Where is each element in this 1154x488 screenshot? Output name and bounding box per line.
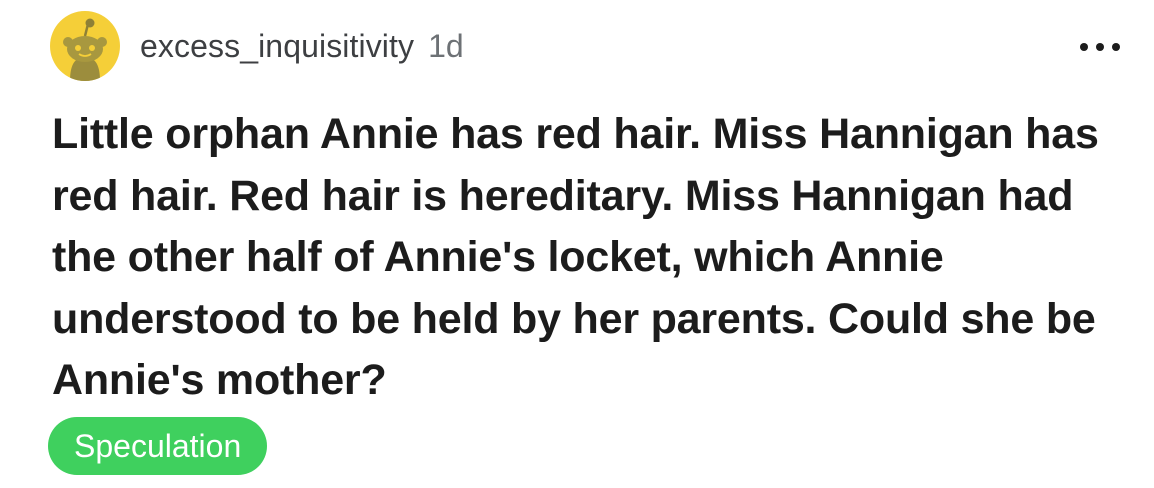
post-flair[interactable]: Speculation [48,417,268,475]
avatar[interactable] [50,11,120,81]
post-card: excess_inquisitivity 1d Little orphan An… [0,0,1154,488]
snoo-avatar-icon [63,18,107,81]
post-title[interactable]: Little orphan Annie has red hair. Miss H… [52,104,1132,412]
author-username[interactable]: excess_inquisitivity [140,28,414,65]
more-dot [1096,43,1104,51]
more-dot [1080,43,1088,51]
more-dot [1112,43,1120,51]
post-age: 1d [428,27,464,64]
more-options-icon[interactable] [1080,40,1120,54]
post-header: excess_inquisitivity 1d [50,10,1120,82]
